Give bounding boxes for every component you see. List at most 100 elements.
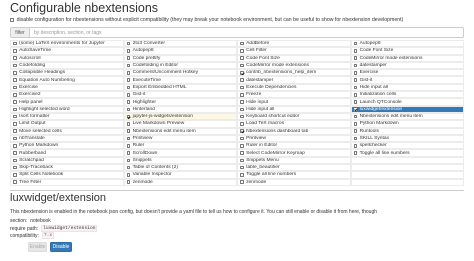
- nbextension-item[interactable]: ExecuteTime: [123, 76, 237, 84]
- nbextension-item[interactable]: contrib_nbextensions_help_item: [237, 69, 351, 77]
- nbextension-item[interactable]: Initialization cells: [350, 91, 464, 99]
- nbextension-item[interactable]: Nbextensions edit menu item: [350, 112, 464, 121]
- nbextension-checkbox[interactable]: [353, 114, 358, 119]
- filter-input[interactable]: [30, 28, 463, 37]
- nbextension-checkbox[interactable]: [353, 144, 358, 148]
- nbextension-checkbox[interactable]: [126, 136, 131, 141]
- nbextension-item[interactable]: spellchecker: [350, 142, 464, 150]
- nbextension-checkbox[interactable]: [13, 114, 17, 119]
- nbextension-checkbox[interactable]: [353, 100, 358, 104]
- nbextension-item[interactable]: Printview: [237, 134, 351, 143]
- nbextension-item[interactable]: datestamper: [237, 76, 351, 84]
- nbextension-checkbox[interactable]: [240, 151, 244, 155]
- nbextension-checkbox[interactable]: [13, 41, 17, 46]
- nbextension-checkbox[interactable]: [240, 78, 244, 82]
- nbextension-checkbox[interactable]: [240, 122, 244, 126]
- nbextension-item[interactable]: CodeMirror mode extensions: [237, 61, 351, 70]
- nbextension-item[interactable]: Python Markdown: [10, 142, 124, 150]
- nbextension-checkbox[interactable]: [240, 136, 244, 141]
- nbextension-checkbox[interactable]: [353, 56, 358, 61]
- nbextension-checkbox[interactable]: [240, 41, 244, 46]
- nbextension-item[interactable]: (some) LaTeX environments for Jupyter: [10, 40, 124, 48]
- nbextension-checkbox[interactable]: [126, 49, 131, 53]
- nbextension-checkbox[interactable]: [353, 136, 358, 141]
- nbextension-checkbox[interactable]: [126, 71, 131, 75]
- nbextension-item[interactable]: Skip-Traceback: [10, 164, 124, 172]
- nbextension-item[interactable]: Equation Auto Numbering: [10, 76, 124, 84]
- nbextension-checkbox[interactable]: [353, 85, 358, 90]
- nbextension-checkbox[interactable]: [126, 165, 131, 170]
- nbextension-item[interactable]: Hide input all: [237, 105, 351, 113]
- nbextension-checkbox[interactable]: [13, 180, 17, 185]
- nbextension-checkbox[interactable]: [13, 63, 17, 68]
- nbextension-item[interactable]: Code Font Size: [237, 54, 351, 62]
- compat-toggle-row[interactable]: disable configuration for nbextensions w…: [10, 17, 403, 23]
- nbextension-item[interactable]: AutoSaveTime: [10, 47, 124, 55]
- nbextension-checkbox[interactable]: [126, 85, 131, 90]
- nbextension-checkbox[interactable]: [13, 129, 17, 133]
- nbextension-checkbox[interactable]: [13, 151, 17, 155]
- nbextension-checkbox[interactable]: [13, 92, 17, 97]
- nbextension-checkbox[interactable]: [240, 180, 244, 185]
- nbextension-item[interactable]: Hide input all: [350, 83, 464, 92]
- nbextension-item[interactable]: Comment/Uncomment Hotkey: [123, 69, 237, 77]
- nbextension-item[interactable]: jupyter-js-widgets/extension: [123, 112, 237, 121]
- nbextension-checkbox[interactable]: [240, 144, 244, 148]
- nbextension-checkbox[interactable]: [126, 78, 131, 82]
- nbextension-checkbox[interactable]: [13, 78, 17, 82]
- nbextension-item[interactable]: Hide input: [237, 98, 351, 106]
- nbextension-checkbox[interactable]: [353, 63, 358, 68]
- nbextension-item[interactable]: nbTranslate: [10, 134, 124, 143]
- nbextension-item[interactable]: Ruler: [123, 142, 237, 150]
- nbextension-item[interactable]: Snippets: [123, 156, 237, 165]
- nbextension-item[interactable]: Help panel: [10, 98, 124, 106]
- nbextension-checkbox[interactable]: [13, 144, 17, 148]
- nbextension-checkbox[interactable]: [353, 71, 358, 75]
- nbextension-checkbox[interactable]: [13, 85, 17, 90]
- nbextension-item[interactable]: Codefolding in Editor: [123, 61, 237, 70]
- nbextension-item[interactable]: zenmode: [123, 178, 237, 186]
- nbextension-item[interactable]: Freeze: [237, 91, 351, 99]
- nbextension-item[interactable]: Variable Inspector: [123, 171, 237, 179]
- nbextension-checkbox[interactable]: [13, 158, 17, 163]
- nbextension-checkbox[interactable]: [240, 173, 244, 177]
- nbextension-item[interactable]: Keyboard shortcut editor: [237, 112, 351, 121]
- nbextension-checkbox[interactable]: [126, 41, 131, 46]
- nbextension-item[interactable]: Codefolding: [10, 61, 124, 70]
- nbextension-item[interactable]: Toggle all line numbers: [237, 171, 351, 179]
- nbextension-item[interactable]: SKILL Syntax: [350, 134, 464, 143]
- nbextension-checkbox[interactable]: [126, 144, 131, 148]
- nbextension-item[interactable]: Ruler in Editor: [237, 142, 351, 150]
- nbextension-item[interactable]: Execute Dependencies: [237, 83, 351, 92]
- nbextension-item[interactable]: zenmode: [237, 178, 351, 186]
- nbextension-checkbox[interactable]: [13, 136, 17, 141]
- nbextension-item[interactable]: Load TeX macros: [237, 120, 351, 128]
- nbextension-checkbox[interactable]: [240, 114, 244, 119]
- nbextension-item[interactable]: Move selected cells: [10, 127, 124, 135]
- nbextension-checkbox[interactable]: [240, 49, 244, 53]
- nbextension-item[interactable]: Nbextensions edit menu item: [123, 127, 237, 135]
- nbextension-item[interactable]: Exercise2: [10, 91, 124, 99]
- nbextension-checkbox[interactable]: [240, 165, 244, 170]
- nbextension-checkbox[interactable]: [353, 41, 358, 46]
- nbextension-item[interactable]: Runtools: [350, 127, 464, 135]
- nbextension-checkbox[interactable]: [126, 180, 131, 185]
- nbextension-item[interactable]: Isort formatter: [10, 112, 124, 121]
- nbextension-item[interactable]: AddBefore: [237, 40, 351, 48]
- nbextension-checkbox[interactable]: [240, 92, 244, 97]
- nbextension-item[interactable]: Cell Filter: [237, 47, 351, 55]
- nbextension-item[interactable]: Tree Filter: [10, 178, 124, 186]
- nbextension-item[interactable]: Export Embedded HTML: [123, 83, 237, 92]
- enable-button[interactable]: Enable: [28, 242, 47, 252]
- nbextension-checkbox[interactable]: [126, 151, 131, 155]
- nbextension-checkbox[interactable]: [240, 56, 244, 61]
- nbextension-item[interactable]: CodeMirror mode extensions: [350, 54, 464, 62]
- nbextension-checkbox[interactable]: [353, 49, 358, 53]
- nbextension-checkbox[interactable]: [240, 100, 244, 104]
- nbextension-checkbox[interactable]: [240, 85, 244, 90]
- nbextension-item[interactable]: Code Font Size: [350, 47, 464, 55]
- nbextension-item[interactable]: Exercise: [350, 69, 464, 77]
- nbextension-item[interactable]: Nbextensions dashboard tab: [237, 127, 351, 135]
- nbextension-checkbox[interactable]: [13, 107, 17, 112]
- nbextension-checkbox[interactable]: [126, 129, 131, 133]
